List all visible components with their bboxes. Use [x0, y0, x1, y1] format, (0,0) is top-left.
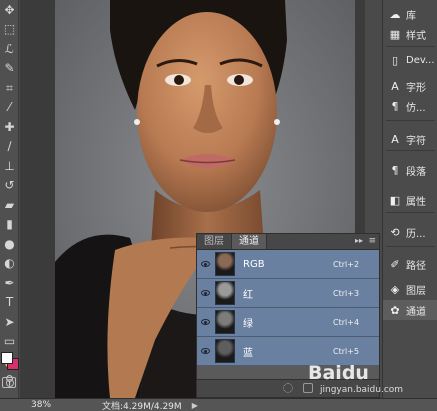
dock-item-device-preview[interactable]: ▯ Dev...	[383, 50, 437, 70]
type-tool-icon[interactable]: T	[0, 293, 19, 313]
dock-item-paragraph-styles[interactable]: ¶ 仿...	[383, 96, 437, 116]
channel-thumbnail	[215, 339, 235, 363]
device-icon: ▯	[391, 53, 399, 67]
dock-item-libraries[interactable]: ☁ 库	[383, 4, 437, 24]
path-select-tool-icon[interactable]: ➤	[0, 312, 19, 332]
history-brush-tool-icon[interactable]: ↺	[0, 176, 19, 196]
channel-row[interactable]: 红 Ctrl+3	[197, 279, 379, 308]
paths-icon: ✐	[390, 257, 400, 271]
spot-healing-tool-icon[interactable]: ✚	[0, 117, 19, 137]
marquee-tool-icon[interactable]: ⬚	[0, 20, 19, 40]
move-tool-icon[interactable]: ✥	[0, 0, 19, 20]
dock-separator	[386, 246, 435, 247]
dock-item-label: 段落	[406, 166, 426, 178]
visibility-eye-icon[interactable]	[197, 250, 213, 278]
quick-mask-icon[interactable]	[2, 377, 16, 388]
character-icon: A	[391, 79, 399, 93]
right-panel-dock: ☁ 库 ▦ 样式 ▯ Dev... A 字形 ¶ 仿... A 字符 ¶ 段落 ◧ 属性 ⟲ 历... ✐ 路径 ◈ 图层…	[382, 0, 437, 398]
channel-shortcut: Ctrl+4	[333, 317, 360, 327]
channel-name: 绿	[243, 318, 253, 330]
gradient-tool-icon[interactable]: ▮	[0, 215, 19, 235]
baidu-watermark: Baidu jingyan.baidu.com	[286, 362, 411, 398]
visibility-eye-icon[interactable]	[197, 308, 213, 336]
tools-panel: ✥⬚ℒ✎⌗⁄✚∕⊥↺▰▮●◐✒T➤▭✋⚲	[0, 0, 19, 398]
visibility-eye-icon[interactable]	[197, 279, 213, 307]
dock-item-layers[interactable]: ◈ 图层	[383, 279, 437, 299]
dock-separator	[386, 120, 435, 121]
dock-item-label: 字形	[406, 82, 426, 94]
channel-shortcut: Ctrl+5	[333, 346, 360, 356]
channel-name: RGB	[243, 258, 265, 270]
styles-icon: ▦	[389, 27, 401, 41]
visibility-eye-icon[interactable]	[197, 337, 213, 365]
channel-shortcut: Ctrl+3	[333, 288, 360, 298]
dock-item-label: 仿...	[406, 102, 426, 114]
tab-layers[interactable]: 图层	[197, 234, 231, 249]
channel-row[interactable]: RGB Ctrl+2	[197, 250, 379, 279]
channel-name: 蓝	[243, 347, 253, 359]
character-panel-icon: A	[391, 132, 399, 146]
dodge-tool-icon[interactable]: ◐	[0, 254, 19, 274]
dock-item-label: Dev...	[406, 54, 435, 66]
dock-item-properties[interactable]: ◧ 属性	[383, 190, 437, 210]
blur-tool-icon[interactable]: ●	[0, 234, 19, 254]
dock-item-channels[interactable]: ✿ 通道	[383, 300, 437, 320]
panel-menu-icon[interactable]: ≡	[368, 236, 376, 246]
tab-channels[interactable]: 通道	[231, 234, 267, 249]
clone-stamp-tool-icon[interactable]: ⊥	[0, 156, 19, 176]
properties-icon: ◧	[389, 193, 401, 207]
channel-row[interactable]: 绿 Ctrl+4	[197, 308, 379, 337]
layers-icon: ◈	[390, 282, 400, 296]
color-swatches	[1, 344, 19, 374]
zoom-level[interactable]: 38%	[0, 400, 52, 410]
paragraph-style-icon: ¶	[391, 99, 399, 113]
dock-item-character-panel[interactable]: A 字符	[383, 129, 437, 149]
library-icon: ☁	[389, 7, 401, 21]
quick-select-tool-icon[interactable]: ✎	[0, 59, 19, 79]
dock-item-label: 图层	[406, 285, 426, 297]
foreground-color-swatch[interactable]	[1, 352, 13, 364]
dock-item-paths[interactable]: ✐ 路径	[383, 254, 437, 274]
dock-item-label: 字符	[406, 135, 426, 147]
brush-tool-icon[interactable]: ∕	[0, 137, 19, 157]
channel-thumbnail	[215, 252, 235, 276]
collapse-panel-icon[interactable]: ▸▸	[355, 236, 363, 245]
eyedropper-tool-icon[interactable]: ⁄	[0, 98, 19, 118]
panel-tabs: 图层 通道 ▸▸ ≡	[197, 234, 379, 250]
dock-item-label: 通道	[406, 306, 426, 318]
pen-tool-icon[interactable]: ✒	[0, 273, 19, 293]
eraser-tool-icon[interactable]: ▰	[0, 195, 19, 215]
status-menu-arrow-icon[interactable]: ▶	[192, 401, 198, 410]
channels-icon: ✿	[390, 303, 400, 317]
dock-item-styles[interactable]: ▦ 样式	[383, 24, 437, 44]
channel-thumbnail	[215, 281, 235, 305]
dock-item-history[interactable]: ⟲ 历...	[383, 222, 437, 242]
dock-item-label: 样式	[406, 30, 426, 42]
watermark-brand: Baidu	[308, 362, 369, 384]
crop-tool-icon[interactable]: ⌗	[0, 78, 19, 98]
dock-item-label: 历...	[406, 228, 426, 240]
dock-item-character[interactable]: A 字形	[383, 76, 437, 96]
history-icon: ⟲	[390, 225, 400, 239]
dock-separator	[386, 46, 435, 47]
dock-item-paragraph[interactable]: ¶ 段落	[383, 160, 437, 180]
status-bar: 38% 文档:4.29M/4.29M ▶	[0, 398, 437, 411]
lasso-tool-icon[interactable]: ℒ	[0, 39, 19, 59]
dock-separator	[386, 212, 435, 213]
paragraph-icon: ¶	[391, 163, 399, 177]
channel-thumbnail	[215, 310, 235, 334]
dock-item-label: 属性	[406, 196, 426, 208]
dock-item-label: 库	[406, 10, 416, 22]
channel-name: 红	[243, 289, 253, 301]
dock-item-label: 路径	[406, 260, 426, 272]
channel-shortcut: Ctrl+2	[333, 259, 360, 269]
dock-separator	[386, 150, 435, 151]
watermark-site: jingyan.baidu.com	[320, 385, 404, 395]
document-info: 文档:4.29M/4.29M	[102, 401, 182, 411]
